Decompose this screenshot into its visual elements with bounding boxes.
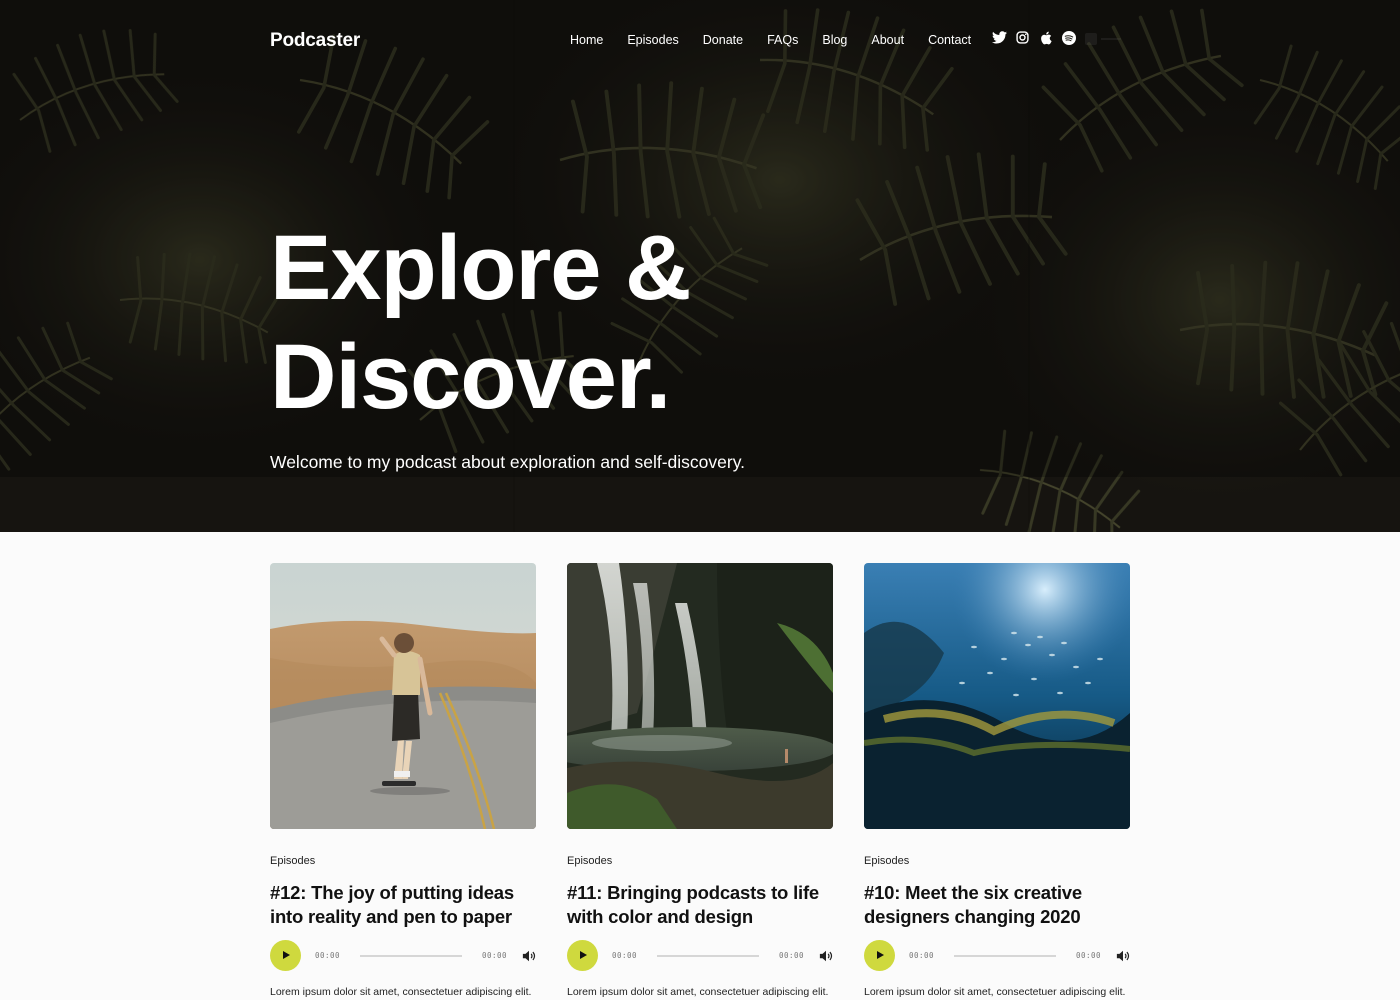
episode-category[interactable]: Episodes <box>567 855 612 867</box>
current-time: 00:00 <box>315 951 341 960</box>
more-icons <box>1085 32 1121 45</box>
play-icon <box>283 951 290 959</box>
episode-category[interactable]: Episodes <box>270 855 315 867</box>
progress-bar[interactable] <box>360 955 462 957</box>
episode-card: Episodes #12: The joy of putting ideas i… <box>270 563 537 1000</box>
play-icon <box>580 951 587 959</box>
hero-section: Podcaster Home Episodes Donate FAQs Blog… <box>0 0 1400 532</box>
nav-episodes[interactable]: Episodes <box>615 32 690 48</box>
episode-title[interactable]: #10: Meet the six creative designers cha… <box>864 881 1131 929</box>
episode-category[interactable]: Episodes <box>864 855 909 867</box>
hero-subtitle: Welcome to my podcast about exploration … <box>270 452 746 472</box>
current-time: 00:00 <box>909 951 935 960</box>
duration-time: 00:00 <box>779 951 805 960</box>
nav-about[interactable]: About <box>859 32 916 48</box>
nav-contact[interactable]: Contact <box>916 32 983 48</box>
episode-title[interactable]: #12: The joy of putting ideas into reali… <box>270 881 537 929</box>
progress-bar[interactable] <box>954 955 1056 957</box>
play-button[interactable] <box>567 940 598 971</box>
nav-faqs[interactable]: FAQs <box>755 32 810 48</box>
episode-card: Episodes #10: Meet the six creative desi… <box>864 563 1131 1000</box>
hero-title-line-1: Explore & <box>270 217 691 319</box>
top-navigation: Podcaster Home Episodes Donate FAQs Blog… <box>0 0 1400 80</box>
spotify-icon[interactable] <box>1060 29 1077 46</box>
site-logo[interactable]: Podcaster <box>270 30 360 52</box>
progress-bar[interactable] <box>657 955 759 957</box>
play-button[interactable] <box>864 940 895 971</box>
current-time: 00:00 <box>612 951 638 960</box>
instagram-icon[interactable] <box>1014 29 1031 46</box>
duration-time: 00:00 <box>482 951 508 960</box>
social-links <box>991 29 1121 46</box>
episode-excerpt: Lorem ipsum dolor sit amet, consectetuer… <box>864 986 1126 998</box>
volume-icon[interactable] <box>522 949 536 963</box>
episode-image-underwater[interactable] <box>864 563 1130 829</box>
nav-blog[interactable]: Blog <box>810 32 859 48</box>
hero-title-line-2: Discover. <box>270 326 671 428</box>
episode-grid: Episodes #12: The joy of putting ideas i… <box>270 563 1131 1000</box>
audio-player: 00:00 00:00 <box>567 940 834 972</box>
episode-image-waterfall[interactable] <box>567 563 833 829</box>
episode-excerpt: Lorem ipsum dolor sit amet, consectetuer… <box>270 986 532 998</box>
nav-home[interactable]: Home <box>558 32 615 48</box>
audio-player: 00:00 00:00 <box>864 940 1131 972</box>
volume-icon[interactable] <box>1116 949 1130 963</box>
volume-icon[interactable] <box>819 949 833 963</box>
audio-player: 00:00 00:00 <box>270 940 537 972</box>
episode-title[interactable]: #11: Bringing podcasts to life with colo… <box>567 881 834 929</box>
duration-time: 00:00 <box>1076 951 1102 960</box>
play-icon <box>877 951 884 959</box>
main-menu: Home Episodes Donate FAQs Blog About Con… <box>558 32 983 48</box>
twitter-icon[interactable] <box>991 29 1008 46</box>
episode-excerpt: Lorem ipsum dolor sit amet, consectetuer… <box>567 986 829 998</box>
nav-donate[interactable]: Donate <box>691 32 755 48</box>
play-button[interactable] <box>270 940 301 971</box>
hero-title: Explore & Discover. <box>270 214 970 432</box>
apple-icon[interactable] <box>1037 29 1054 46</box>
episode-card: Episodes #11: Bringing podcasts to life … <box>567 563 834 1000</box>
episode-image-skateboarder[interactable] <box>270 563 536 829</box>
